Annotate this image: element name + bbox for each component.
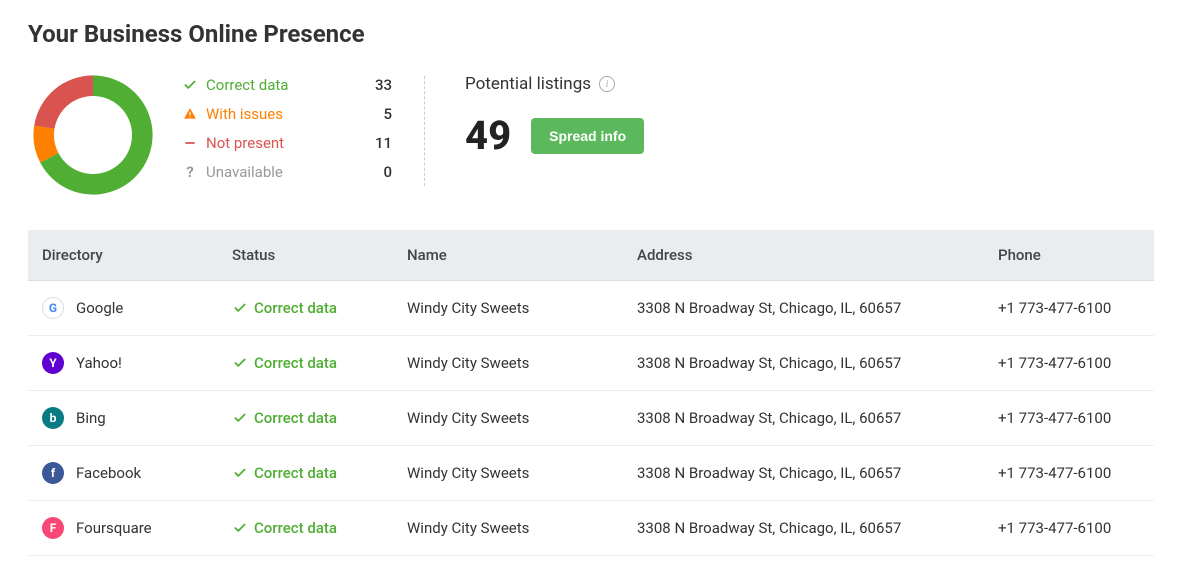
legend-label: With issues xyxy=(206,105,283,123)
directory-name: Facebook xyxy=(76,464,141,482)
check-icon xyxy=(182,77,198,93)
directory-name: Foursquare xyxy=(76,519,152,537)
donut-slice xyxy=(34,75,93,128)
th-status: Status xyxy=(218,230,393,281)
check-icon xyxy=(232,465,248,481)
directory-name: Yahoo! xyxy=(76,354,122,372)
business-address: 3308 N Broadway St, Chicago, IL, 60657 xyxy=(623,446,984,501)
status-text: Correct data xyxy=(254,464,337,482)
legend-label: Unavailable xyxy=(206,163,283,181)
google-icon: G xyxy=(42,297,64,319)
business-name: Windy City Sweets xyxy=(393,391,623,446)
status-text: Correct data xyxy=(254,519,337,537)
info-icon[interactable]: i xyxy=(599,76,615,92)
th-directory: Directory xyxy=(28,230,218,281)
table-row: G Google Correct data Windy City Sweets3308… xyxy=(28,281,1154,336)
facebook-icon: f xyxy=(42,462,64,484)
yahoo-icon: Y xyxy=(42,352,64,374)
warning-icon xyxy=(182,106,198,122)
listings-table: Directory Status Name Address Phone G Goo… xyxy=(28,230,1154,556)
status-text: Correct data xyxy=(254,354,337,372)
donut-chart xyxy=(28,70,158,200)
business-phone: +1 773-477-6100 xyxy=(984,281,1154,336)
potential-label: Potential listings xyxy=(465,74,591,94)
bing-icon: b xyxy=(42,407,64,429)
th-name: Name xyxy=(393,230,623,281)
check-icon xyxy=(232,410,248,426)
business-name: Windy City Sweets xyxy=(393,281,623,336)
summary-row: Correct data 33 With issues 5 Not presen… xyxy=(28,70,1154,200)
legend-label: Correct data xyxy=(206,76,288,94)
legend: Correct data 33 With issues 5 Not presen… xyxy=(182,70,392,181)
legend-row-correct: Correct data 33 xyxy=(182,76,392,94)
minus-icon xyxy=(182,135,198,151)
table-row: b Bing Correct data Windy City Sweets3308 N… xyxy=(28,391,1154,446)
directory-name: Google xyxy=(76,299,123,317)
status-text: Correct data xyxy=(254,409,337,427)
directory-name: Bing xyxy=(76,409,106,427)
legend-count: 11 xyxy=(368,134,392,152)
table-row: Y Yahoo! Correct data Windy City Sweets3308… xyxy=(28,336,1154,391)
table-row: f Facebook Correct data Windy City Sweets33… xyxy=(28,446,1154,501)
business-name: Windy City Sweets xyxy=(393,336,623,391)
check-icon xyxy=(232,300,248,316)
foursquare-icon: F xyxy=(42,517,64,539)
status-text: Correct data xyxy=(254,299,337,317)
legend-row-issues: With issues 5 xyxy=(182,105,392,123)
business-name: Windy City Sweets xyxy=(393,501,623,556)
business-name: Windy City Sweets xyxy=(393,446,623,501)
page-title: Your Business Online Presence xyxy=(28,20,1154,48)
business-address: 3308 N Broadway St, Chicago, IL, 60657 xyxy=(623,391,984,446)
legend-label: Not present xyxy=(206,134,284,152)
divider xyxy=(424,76,425,186)
check-icon xyxy=(232,520,248,536)
business-address: 3308 N Broadway St, Chicago, IL, 60657 xyxy=(623,336,984,391)
question-icon: ? xyxy=(182,164,198,180)
legend-count: 5 xyxy=(368,105,392,123)
legend-count: 0 xyxy=(368,163,392,181)
business-address: 3308 N Broadway St, Chicago, IL, 60657 xyxy=(623,501,984,556)
business-phone: +1 773-477-6100 xyxy=(984,446,1154,501)
check-icon xyxy=(232,355,248,371)
business-phone: +1 773-477-6100 xyxy=(984,501,1154,556)
table-header-row: Directory Status Name Address Phone xyxy=(28,230,1154,281)
th-phone: Phone xyxy=(984,230,1154,281)
legend-row-not-present: Not present 11 xyxy=(182,134,392,152)
potential-listings: Potential listings i 49 Spread info xyxy=(465,70,644,159)
business-address: 3308 N Broadway St, Chicago, IL, 60657 xyxy=(623,281,984,336)
business-phone: +1 773-477-6100 xyxy=(984,336,1154,391)
legend-row-unavailable: ? Unavailable 0 xyxy=(182,163,392,181)
business-phone: +1 773-477-6100 xyxy=(984,391,1154,446)
th-address: Address xyxy=(623,230,984,281)
legend-count: 33 xyxy=(368,76,392,94)
potential-count: 49 xyxy=(465,112,511,159)
table-row: F Foursquare Correct data Windy City Sweets… xyxy=(28,501,1154,556)
spread-info-button[interactable]: Spread info xyxy=(531,118,644,154)
